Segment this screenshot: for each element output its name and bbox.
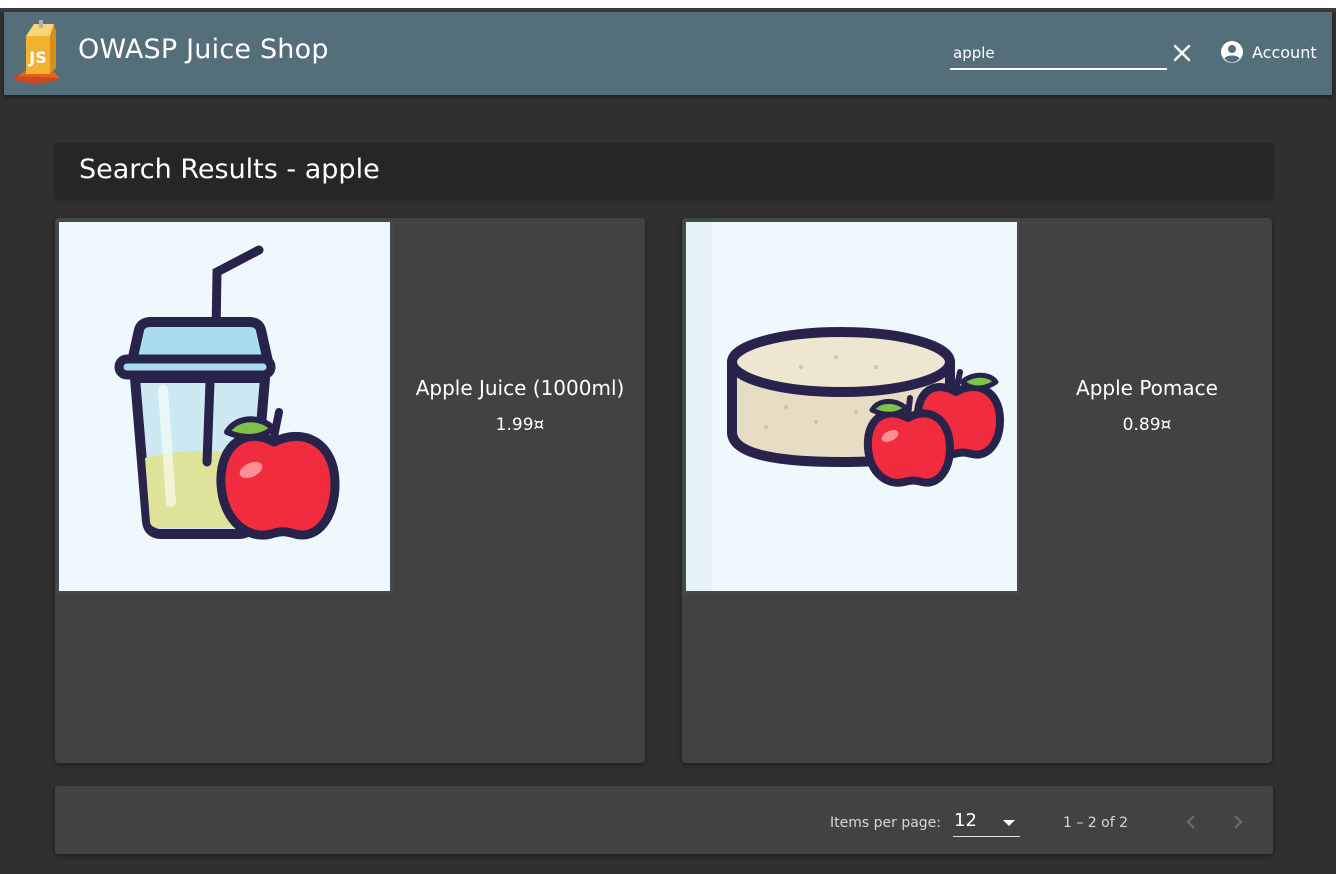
items-per-page-select[interactable]: 12: [953, 808, 1020, 837]
apple-juice-image: [114, 245, 340, 540]
product-info-apple-juice: Apple Juice (1000ml) 1.99¤: [395, 218, 645, 594]
caret-down-icon: [1003, 820, 1015, 826]
chevron-left-icon: [1186, 815, 1195, 829]
product-name: Apple Juice (1000ml): [415, 375, 625, 400]
account-circle-icon: [1221, 41, 1243, 63]
items-per-page-value: 12: [954, 810, 977, 831]
product-price: 1.99¤: [495, 414, 545, 435]
paginator: Items per page: 12 1 – 2 of 2: [55, 786, 1273, 854]
svg-text:JS: JS: [28, 48, 46, 67]
page-range-label: 1 – 2 of 2: [1063, 815, 1129, 831]
product-image-apple-juice[interactable]: [56, 219, 393, 594]
product-image-apple-pomace[interactable]: [683, 219, 1020, 594]
clear-search-button[interactable]: [1167, 38, 1197, 68]
juice-shop-logo-icon[interactable]: JS: [12, 18, 66, 84]
close-icon: [1173, 44, 1191, 62]
search-results-header: Search Results - apple: [55, 143, 1273, 197]
chevron-right-icon: [1234, 815, 1243, 829]
product-name: Apple Pomace: [1076, 375, 1218, 400]
next-page-button[interactable]: [1224, 808, 1252, 836]
product-card-apple-pomace[interactable]: Apple Pomace 0.89¤: [682, 218, 1272, 763]
product-info-apple-pomace: Apple Pomace 0.89¤: [1022, 218, 1272, 594]
account-label: Account: [1252, 42, 1317, 62]
items-per-page-label: Items per page:: [830, 815, 942, 831]
product-price: 0.89¤: [1122, 414, 1172, 435]
search-results-title: Search Results - apple: [79, 154, 380, 185]
product-card-apple-juice[interactable]: Apple Juice (1000ml) 1.99¤: [55, 218, 645, 763]
navbar: JS OWASP Juice Shop Account: [4, 12, 1332, 95]
apple-pomace-image: [686, 222, 1004, 591]
window-top-edge: [0, 0, 1336, 8]
search-input[interactable]: [950, 38, 1167, 70]
account-button[interactable]: Account: [1220, 39, 1317, 65]
app-title[interactable]: OWASP Juice Shop: [78, 34, 329, 65]
previous-page-button[interactable]: [1177, 808, 1205, 836]
